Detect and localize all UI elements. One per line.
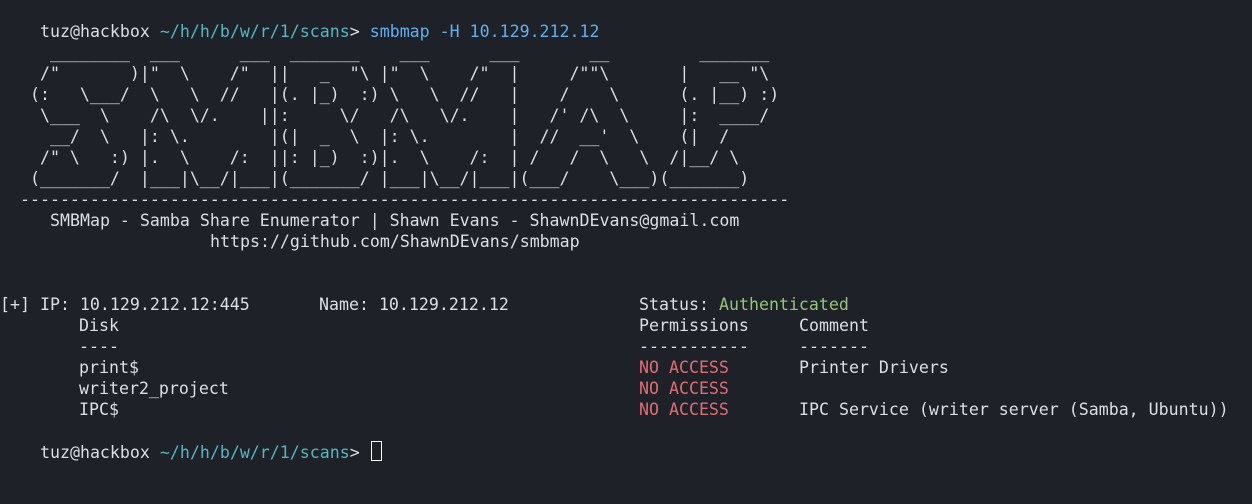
- name-label: Name: 10.129.212.12: [319, 295, 509, 314]
- status-value: Authenticated: [719, 295, 849, 314]
- table-row: print$ NO ACCESS Printer Drivers: [0, 357, 949, 378]
- banner-url-line: https://github.com/ShawnDEvans/smbmap: [0, 231, 580, 252]
- banner-art-line: /" \ :) |. \ /: ||: |_) :)|. \ /: | / / …: [0, 148, 740, 167]
- terminal-cursor[interactable]: [370, 441, 382, 461]
- banner-tagline: SMBMap - Samba Share Enumerator | Shawn …: [50, 211, 740, 230]
- share-comment: Printer Drivers: [799, 358, 949, 377]
- divider-permissions: -----------: [639, 337, 749, 356]
- terminal-window[interactable]: tuz@hackbox ~/h/h/b/w/r/1/scans> smbmap …: [0, 0, 1252, 462]
- result-ip-line: [+] IP: 10.129.212.12:445 Name: 10.129.2…: [0, 294, 849, 315]
- banner-art-line: /" )|" \ /" || _ "\ |" \ /" | /""\ | __ …: [0, 64, 770, 83]
- header-comment: Comment: [799, 316, 869, 335]
- banner-divider: ----------------------------------------…: [0, 190, 790, 209]
- banner-art-line: \___ \ /\ \/. ||: \/ /\ \/. | /' /\ \ |:…: [0, 106, 770, 125]
- divider-comment: -------: [799, 337, 869, 356]
- prompt-host: hackbox: [79, 22, 150, 41]
- share-disk: IPC$: [79, 400, 119, 419]
- prompt-path: ~/h/h/b/w/r/1/scans: [159, 22, 350, 41]
- banner-art-line: __/ \ |: \. |(| _ \ |: \. | // __' \ (| …: [0, 127, 730, 146]
- ip-label: [+] IP: 10.129.212.12:445: [0, 295, 250, 314]
- prompt-user: tuz: [39, 22, 70, 41]
- command-text: smbmap -H 10.129.212.12: [369, 22, 600, 41]
- smbmap-ascii-banner: ________ ___ ___ _______ ___ ___ __ ____…: [0, 42, 789, 210]
- banner-art-line: (: \___/ \ \ // |(. |_) :) \ \ // | / \ …: [0, 85, 780, 104]
- divider-disk: ----: [79, 337, 119, 356]
- table-divider-row: ---- ----------- -------: [0, 336, 869, 357]
- share-permissions: NO ACCESS: [639, 358, 729, 377]
- prompt-at: @: [69, 22, 80, 41]
- share-disk: print$: [79, 358, 139, 377]
- banner-url: https://github.com/ShawnDEvans/smbmap: [210, 232, 580, 251]
- header-permissions: Permissions: [639, 316, 749, 335]
- share-comment: IPC Service (writer server (Samba, Ubunt…: [799, 400, 1229, 419]
- table-row: IPC$ NO ACCESS IPC Service (writer serve…: [0, 399, 1229, 420]
- share-disk: writer2_project: [79, 379, 229, 398]
- banner-art-line: (_______/ |___|\__/|___|(_______/ |___|\…: [0, 169, 750, 188]
- banner-tagline-line: SMBMap - Samba Share Enumerator | Shawn …: [0, 210, 739, 231]
- share-permissions: NO ACCESS: [639, 379, 729, 398]
- prompt-line-active[interactable]: tuz@hackbox ~/h/h/b/w/r/1/scans>: [0, 420, 382, 462]
- prompt-path: ~/h/h/b/w/r/1/scans: [159, 443, 350, 462]
- share-permissions: NO ACCESS: [639, 400, 729, 419]
- prompt-user: tuz: [39, 443, 70, 462]
- prompt-symbol: >: [349, 443, 360, 462]
- prompt-at: @: [69, 443, 80, 462]
- banner-art-line: ________ ___ ___ _______ ___ ___ __ ____…: [0, 43, 770, 62]
- prompt-line: tuz@hackbox ~/h/h/b/w/r/1/scans> smbmap …: [0, 0, 600, 41]
- table-row: writer2_project NO ACCESS: [0, 378, 729, 399]
- prompt-symbol: >: [349, 22, 360, 41]
- prompt-host: hackbox: [79, 443, 150, 462]
- table-header-row: Disk Permissions Comment: [0, 315, 869, 336]
- status-label: Status:: [639, 295, 709, 314]
- header-disk: Disk: [79, 316, 119, 335]
